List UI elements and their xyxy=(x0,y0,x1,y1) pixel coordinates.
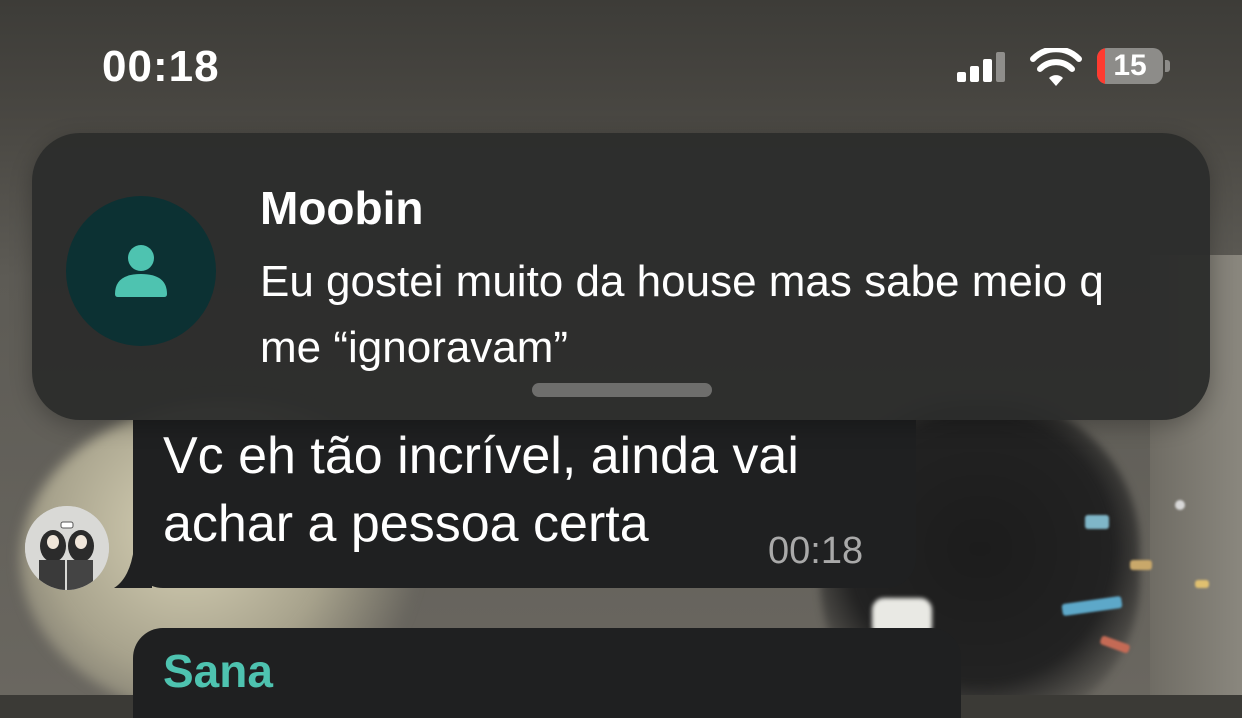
cellular-signal-icon xyxy=(955,46,1015,86)
battery-icon: 15 xyxy=(1097,48,1170,84)
notification-banner[interactable]: Moobin Eu gostei muito da house mas sabe… xyxy=(32,133,1210,420)
wifi-icon xyxy=(1030,46,1082,88)
notification-drag-handle[interactable] xyxy=(532,383,712,397)
bubble-tail xyxy=(114,548,152,588)
notification-sender: Moobin xyxy=(260,182,424,234)
message-sender-name: Sana xyxy=(163,645,273,697)
battery-level: 15 xyxy=(1113,49,1147,82)
person-icon xyxy=(115,245,167,297)
avatar[interactable] xyxy=(25,506,109,590)
status-bar-time: 00:18 xyxy=(102,42,220,91)
notification-avatar xyxy=(66,196,216,346)
notification-message: Eu gostei muito da house mas sabe meio q… xyxy=(260,257,1104,372)
message-timestamp: 00:18 xyxy=(768,530,864,572)
